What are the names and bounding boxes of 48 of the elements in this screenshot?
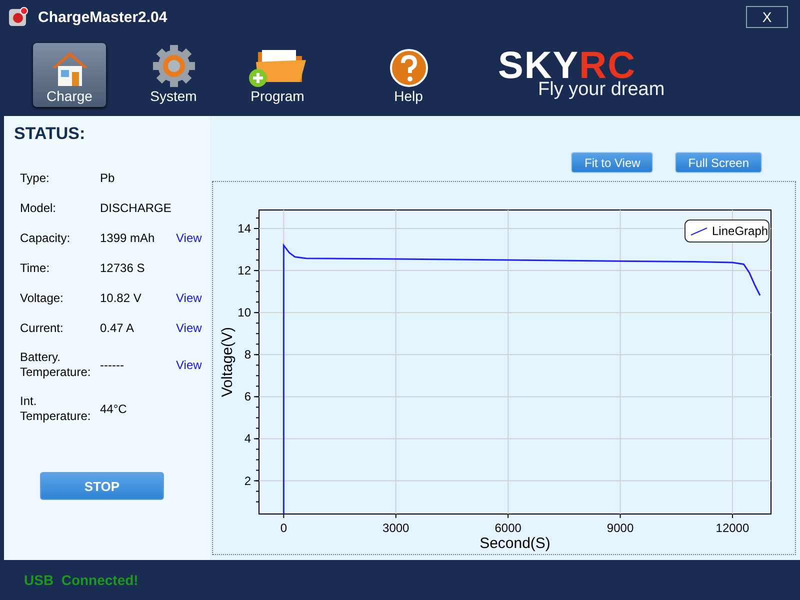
field-value: 10.82 V [100,290,142,306]
legend-label: LineGraph [712,224,768,238]
field-value: 44°C [100,402,128,416]
window-title: ChargeMaster2.04 [38,8,168,26]
field-value: 1399 mAh [100,230,156,246]
view-link[interactable]: View [176,230,204,246]
field-label: Current: [19,320,64,336]
y-tick-label: 6 [244,390,251,404]
field-value: Pb [100,170,116,186]
view-link[interactable]: View [176,358,204,372]
x-tick-label: 6000 [494,521,522,535]
view-link[interactable]: View [176,320,204,336]
close-button[interactable]: X [746,6,788,28]
x-axis-title: Second(S) [480,535,550,552]
field-label: Time: [19,260,51,276]
x-tick-label: 12000 [716,521,750,535]
x-tick-label: 9000 [606,521,634,535]
field-value: 0.47 A [100,320,136,336]
connection-status: USB Connected! [24,572,138,588]
view-link[interactable]: View [176,290,204,306]
toolbar-button[interactable]: Charge [33,43,106,107]
field-label: Voltage: [19,290,64,306]
field-value: ------ [100,358,125,372]
gear-icon [152,44,196,88]
y-tick-label: 2 [244,474,251,488]
field-label: Capacity: [19,230,72,246]
toolbar-button[interactable]: Help [372,43,445,107]
x-tick-label: 3000 [382,521,410,535]
x-tick-label: 0 [280,521,288,535]
field-label: Int. Temperature: [19,394,92,424]
field-label: Type: [19,170,50,186]
field-value: DISCHARGE [100,200,172,216]
y-tick-label: 12 [238,264,251,278]
y-tick-label: 10 [238,306,251,320]
legend: LineGraph [684,220,770,242]
y-axis-title: Voltage(V) [219,326,236,398]
y-tick-label: 4 [244,432,251,446]
help-icon [388,48,428,88]
field-label: Model: [19,200,58,216]
app-icon [8,7,28,27]
tagline: Fly your dream [538,79,665,101]
toolbar-button[interactable]: Program [241,43,314,107]
toolbar-button[interactable]: System [137,43,210,107]
y-tick-label: 8 [244,348,251,362]
y-tick-label: 14 [238,222,251,236]
field-label: Battery. Temperature: [19,350,92,380]
status-title: STATUS: [14,124,86,144]
field-value: 12736 S [100,260,146,276]
